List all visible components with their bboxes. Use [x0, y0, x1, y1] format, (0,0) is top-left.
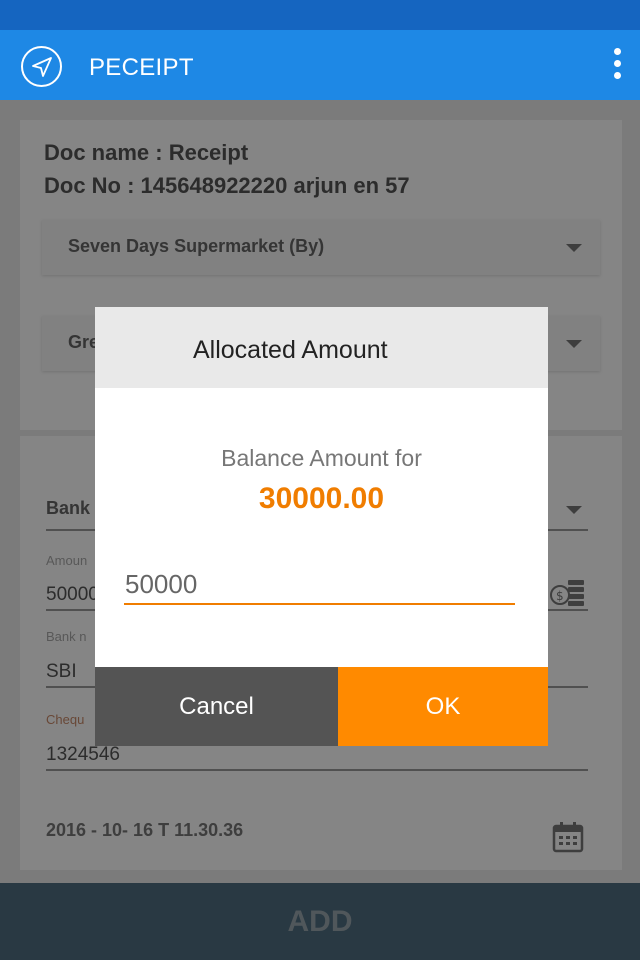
ok-button[interactable]: OK — [338, 667, 548, 746]
cancel-button[interactable]: Cancel — [95, 667, 338, 746]
page-title: PECEIPT — [89, 54, 194, 81]
more-options-icon[interactable] — [607, 48, 627, 84]
status-bar — [0, 0, 640, 30]
balance-amount: 30000.00 — [258, 482, 385, 515]
balance-label: Balance Amount for — [221, 445, 422, 471]
allocated-amount-dialog: Allocated Amount Balance Amount for 3000… — [95, 307, 548, 746]
allocated-amount-input[interactable] — [124, 565, 515, 605]
navigation-icon[interactable] — [21, 46, 62, 87]
dialog-header: Allocated Amount — [95, 307, 548, 388]
app-bar: PECEIPT — [0, 30, 640, 100]
dialog-title: Allocated Amount — [193, 336, 388, 364]
